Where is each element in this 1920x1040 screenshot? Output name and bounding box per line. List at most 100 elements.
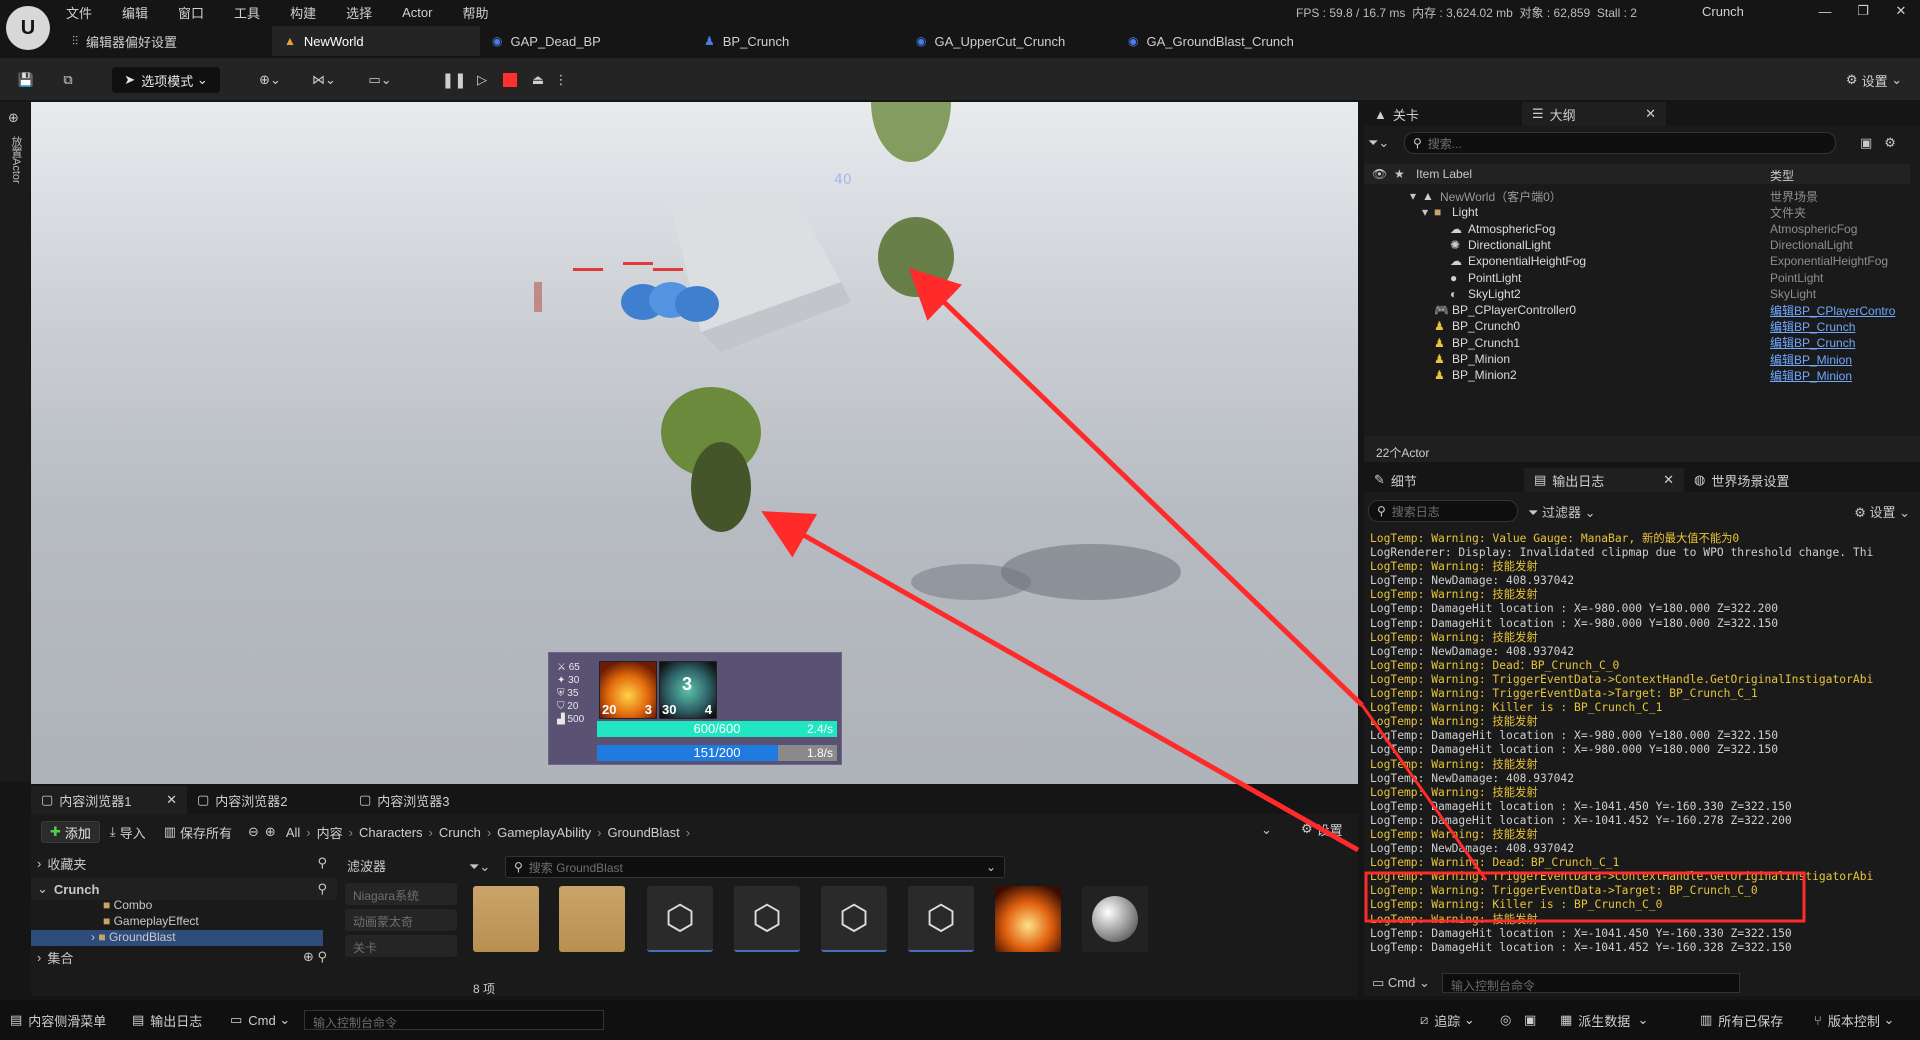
all-saved-button[interactable]: ▥ 所有已保存: [1700, 1009, 1783, 1031]
close-icon[interactable]: ✕: [1663, 472, 1674, 488]
derived-data-button[interactable]: ▦ 派生数据 ⌄: [1560, 1009, 1648, 1031]
menu-file[interactable]: 文件: [66, 3, 92, 22]
tab-ga-uppercut[interactable]: ◉ GA_UpperCut_Crunch: [904, 26, 1116, 56]
blueprint-icon[interactable]: ⋈⌄: [304, 67, 344, 93]
expand-icon[interactable]: ▾: [1410, 189, 1416, 203]
menu-actor[interactable]: Actor: [402, 5, 432, 20]
asset-material[interactable]: [1082, 886, 1148, 952]
content-drawer-button[interactable]: ▤ 内容侧滑菜单: [10, 1009, 106, 1031]
column-item-label[interactable]: Item Label: [1416, 167, 1472, 181]
unreal-logo[interactable]: U: [6, 6, 50, 50]
place-actor-label[interactable]: 放置Actor: [8, 136, 24, 184]
tab-content-browser-1[interactable]: ▢ 内容浏览器1 ✕: [31, 786, 187, 814]
tab-ga-groundblast[interactable]: ◉ GA_GroundBlast_Crunch: [1116, 26, 1328, 56]
menu-help[interactable]: 帮助: [462, 3, 488, 22]
trace-button[interactable]: ⧄ 追踪 ⌄: [1420, 1009, 1475, 1031]
menu-tools[interactable]: 工具: [234, 3, 260, 22]
filter-icon[interactable]: ⏷⌄: [469, 859, 505, 875]
cinematics-icon[interactable]: ▭⌄: [360, 67, 400, 93]
import-button[interactable]: ⤓ 导入: [102, 821, 154, 843]
expand-icon[interactable]: ▾: [1422, 205, 1428, 219]
add-actor-icon[interactable]: ⊕⌄: [250, 67, 290, 93]
asset-search-input[interactable]: ⚲ 搜索 GroundBlast ⌄: [505, 856, 1005, 878]
close-icon[interactable]: ✕: [1645, 106, 1656, 122]
star-icon[interactable]: ★: [1394, 167, 1405, 181]
edit-blueprint-link[interactable]: 编辑BP_Minion: [1770, 367, 1852, 384]
crumb-crunch[interactable]: Crunch: [439, 825, 481, 840]
crumb-gameplayability[interactable]: GameplayAbility: [497, 825, 591, 840]
place-actor-icon[interactable]: ⊕: [8, 110, 19, 126]
gear-icon[interactable]: ⚙: [1884, 135, 1896, 151]
tab-bp-crunch[interactable]: ♟ BP_Crunch: [692, 26, 904, 56]
cb-settings-button[interactable]: ⚙ 设置: [1293, 818, 1351, 840]
tab-levels[interactable]: ▲ 关卡: [1364, 102, 1522, 126]
history-dropdown-icon[interactable]: ⌄: [1261, 822, 1272, 838]
log-lines[interactable]: LogTemp: Warning: Value Gauge: ManaBar, …: [1370, 532, 1910, 960]
filter-montage[interactable]: 动画蒙太奇: [345, 909, 457, 931]
menu-edit[interactable]: 编辑: [122, 3, 148, 22]
console-input[interactable]: 输入控制台命令: [1442, 973, 1740, 993]
asset-folder[interactable]: [473, 886, 539, 952]
asset-niagara-system[interactable]: [995, 886, 1061, 952]
close-icon[interactable]: ✕: [166, 792, 177, 808]
log-settings-button[interactable]: ⚙ 设置 ⌄: [1854, 502, 1910, 521]
record-icon[interactable]: ◎: [1500, 1009, 1511, 1031]
skill-slot-uppercut[interactable]: 3 30 4: [659, 661, 717, 719]
minimize-icon[interactable]: —: [1806, 4, 1844, 19]
source-control-button[interactable]: ⑂ 版本控制 ⌄: [1814, 1009, 1894, 1031]
tab-content-browser-3[interactable]: ▢ 内容浏览器3: [349, 786, 511, 814]
asset-blueprint[interactable]: ⬡: [908, 886, 974, 952]
tab-content-browser-2[interactable]: ▢ 内容浏览器2: [187, 786, 349, 814]
save-icon[interactable]: 💾: [14, 67, 38, 93]
visibility-icon[interactable]: 👁: [1372, 167, 1387, 181]
collections-section[interactable]: › 集合 ⊕ ⚲: [31, 946, 337, 968]
tab-newworld[interactable]: ▲ NewWorld: [272, 26, 480, 56]
favorites-section[interactable]: › 收藏夹 ⚲: [31, 852, 337, 874]
asset-folder[interactable]: [559, 886, 625, 952]
filter-button[interactable]: ⏷ 过滤器 ⌄: [1528, 502, 1596, 521]
forward-icon[interactable]: ⊕: [265, 824, 276, 840]
tab-details[interactable]: ✎ 细节: [1364, 468, 1524, 492]
tab-world-settings[interactable]: ◍ 世界场景设置: [1684, 468, 1844, 492]
tree-item-gameplayeffect[interactable]: ■ GameplayEffect: [31, 914, 337, 930]
crumb-all[interactable]: All: [286, 825, 300, 840]
cmd-dropdown[interactable]: ▭ Cmd ⌄: [1372, 975, 1442, 991]
log-search-input[interactable]: ⚲ 搜索日志: [1368, 500, 1518, 522]
menu-window[interactable]: 窗口: [178, 3, 204, 22]
mode-select-button[interactable]: ➤ 选项模式 ⌄: [112, 67, 220, 93]
more-icon[interactable]: ⋮: [554, 67, 568, 93]
filter-icon[interactable]: ⏷⌄: [1368, 135, 1404, 151]
restore-icon[interactable]: ❐: [1844, 3, 1882, 19]
tree-item-groundblast[interactable]: › ■ GroundBlast: [31, 930, 323, 946]
camera-icon[interactable]: ▣: [1524, 1009, 1536, 1031]
add-folder-icon[interactable]: ▣: [1860, 135, 1872, 151]
filter-niagara[interactable]: Niagara系统: [345, 883, 457, 905]
back-icon[interactable]: ⊖: [248, 824, 259, 840]
menu-select[interactable]: 选择: [346, 3, 372, 22]
filter-level[interactable]: 关卡: [345, 935, 457, 957]
settings-button[interactable]: ⚙ 设置 ⌄: [1834, 67, 1914, 93]
crumb-characters[interactable]: Characters: [359, 825, 423, 840]
tab-output-log[interactable]: ▤ 输出日志 ✕: [1524, 468, 1684, 492]
tree-root-crunch[interactable]: ⌄ Crunch ⚲: [31, 878, 337, 900]
skill-slot-groundblast[interactable]: 20 3: [599, 661, 657, 719]
step-icon[interactable]: ▷: [470, 67, 494, 93]
asset-blueprint[interactable]: ⬡: [734, 886, 800, 952]
status-console-input[interactable]: 输入控制台命令: [304, 1010, 604, 1030]
asset-blueprint[interactable]: ⬡: [821, 886, 887, 952]
tab-outliner[interactable]: ☰ 大纲 ✕: [1522, 102, 1666, 126]
eject-icon[interactable]: ⏏: [526, 67, 550, 93]
stop-icon[interactable]: [498, 67, 522, 93]
pause-icon[interactable]: ❚❚: [441, 67, 466, 93]
menu-build[interactable]: 构建: [290, 3, 316, 22]
outliner-row[interactable]: ♟ BP_Minion2 编辑BP_Minion: [1364, 365, 1910, 385]
column-type[interactable]: 类型: [1770, 167, 1794, 184]
cmd-dropdown[interactable]: ▭ Cmd ⌄: [230, 1009, 290, 1031]
save-all-button[interactable]: ▥ 保存所有: [156, 821, 240, 843]
browse-icon[interactable]: ⧉: [56, 67, 80, 93]
crumb-groundblast[interactable]: GroundBlast: [607, 825, 679, 840]
close-icon[interactable]: ✕: [1882, 3, 1920, 19]
asset-blueprint[interactable]: ⬡: [647, 886, 713, 952]
tree-item-combo[interactable]: ■ Combo: [31, 900, 337, 914]
outliner-search-input[interactable]: ⚲ 搜索...: [1404, 132, 1836, 154]
